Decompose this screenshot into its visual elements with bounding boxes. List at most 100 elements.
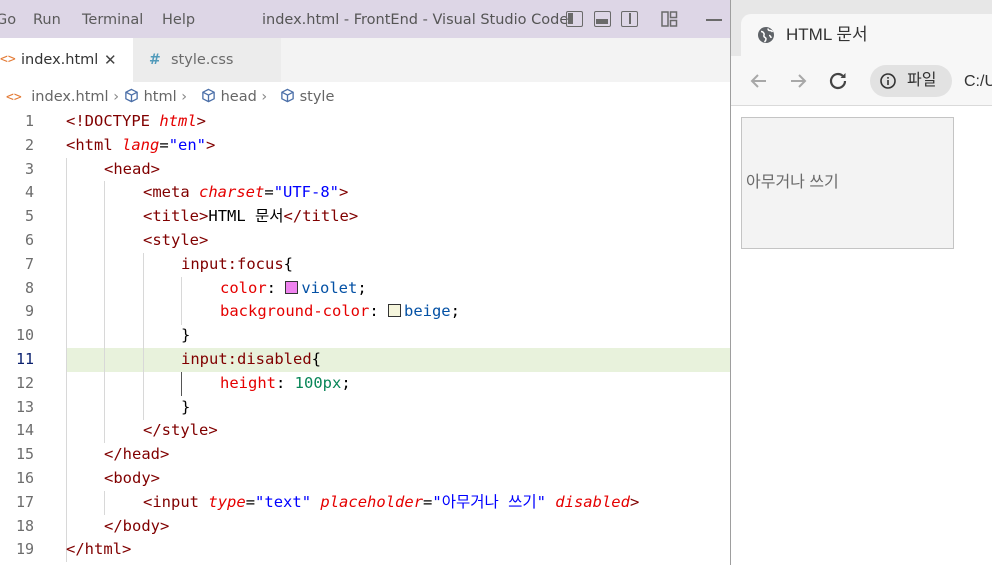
code-token: ;: [450, 302, 460, 320]
menu-run[interactable]: Run: [33, 10, 61, 30]
code-line-15: </head>: [104, 443, 169, 467]
breadcrumb-label: style: [299, 89, 335, 105]
tab-label: index.html: [21, 52, 99, 68]
code-line-11: input:disabled{: [181, 348, 321, 372]
code-line-19: </html>: [66, 538, 131, 562]
code-token: </: [143, 421, 162, 439]
code-token: height: [220, 374, 276, 392]
breadcrumb-item-style[interactable]: style: [280, 87, 334, 107]
tab-style-css[interactable]: # style.css: [133, 38, 281, 82]
code-token: ;: [341, 374, 351, 392]
code-token: input:disabled: [181, 350, 312, 368]
code-line-13: }: [181, 396, 190, 420]
code-token: <: [143, 493, 153, 511]
code-line-3: <head>: [104, 158, 160, 182]
code-token: >: [150, 469, 161, 487]
toggle-secondary-sidebar-icon[interactable]: [621, 11, 638, 27]
code-token: >: [208, 421, 218, 439]
breadcrumb-item-head[interactable]: head ›: [201, 87, 267, 107]
code-token: lang: [122, 136, 160, 154]
code-token: title: [152, 207, 200, 225]
forward-arrow-icon[interactable]: [786, 69, 810, 93]
toggle-panel-icon[interactable]: [594, 11, 611, 27]
breadcrumb-label: head: [220, 89, 257, 105]
code-token: "UTF-8": [273, 183, 340, 201]
menu-terminal[interactable]: Terminal: [82, 10, 143, 30]
breadcrumb-label: html: [143, 89, 177, 105]
code-token: "en": [168, 136, 207, 154]
code-token: =: [159, 136, 169, 154]
breadcrumb-item-html[interactable]: html ›: [124, 87, 187, 107]
tab-label: style.css: [171, 52, 234, 68]
code-token: >: [348, 207, 359, 225]
code-token: <: [143, 207, 153, 225]
code-token: {: [283, 255, 293, 273]
code-token: :: [266, 279, 286, 297]
reload-icon[interactable]: [826, 69, 850, 93]
address-bar-url[interactable]: C:/U: [964, 72, 992, 92]
site-info-chip[interactable]: 파일: [870, 65, 952, 97]
minimize-icon[interactable]: [706, 19, 722, 21]
code-token: =: [245, 493, 256, 511]
code-token: <: [143, 183, 153, 201]
vscode-window: Go Run Terminal Help index.html - FrontE…: [0, 0, 730, 565]
toggle-primary-sidebar-icon[interactable]: [566, 11, 583, 27]
code-token: </: [104, 445, 123, 463]
code-token: type: [208, 493, 246, 511]
breadcrumb-item-index-html[interactable]: <> index.html ›: [6, 87, 119, 108]
customize-layout-icon[interactable]: [661, 11, 678, 27]
code-line-14: </style>: [143, 419, 218, 443]
code-editor[interactable]: 1 2 3 4 5 6 7 8 9 10 11 12 13 14 15 16 1…: [0, 110, 730, 565]
code-token: >: [206, 136, 216, 154]
browser-tab[interactable]: HTML 문서: [741, 14, 992, 56]
code-token: }: [181, 398, 191, 416]
code-token: html: [84, 540, 122, 558]
code-token: head: [113, 160, 151, 178]
code-token: HTML 문서: [208, 207, 284, 225]
browser-tab-strip: HTML 문서: [731, 0, 992, 56]
code-token: disabled: [555, 493, 630, 511]
code-token: </: [66, 540, 85, 558]
code-token: =: [264, 183, 274, 201]
code-token: <!: [66, 112, 85, 130]
window-title: index.html - FrontEnd - Visual Studio Co…: [262, 12, 569, 28]
symbol-field-icon: [202, 88, 215, 103]
site-info-label: 파일: [907, 72, 937, 89]
breadcrumb: <> index.html › html › head › style: [0, 82, 730, 110]
code-line-6: <style>: [143, 229, 208, 253]
color-swatch-beige[interactable]: [387, 304, 401, 317]
code-token: charset: [199, 183, 265, 201]
code-token: input:focus: [181, 255, 284, 273]
code-token: :: [276, 374, 295, 392]
code-token: >: [122, 540, 132, 558]
code-token: meta: [152, 183, 190, 201]
chevron-right-icon: ›: [261, 89, 268, 105]
code-token: >: [196, 112, 207, 130]
code-line-17: <input type="text" placeholder="아무거나 쓰기"…: [143, 491, 639, 515]
tab-index-html[interactable]: <> index.html ✕: [0, 38, 133, 82]
back-arrow-icon[interactable]: [747, 69, 771, 93]
code-token: html: [159, 112, 197, 130]
code-line-10: }: [181, 324, 190, 348]
color-swatch-violet[interactable]: [285, 281, 299, 294]
code-token: input: [152, 493, 200, 511]
code-token: color: [220, 279, 267, 297]
code-token: {: [311, 350, 321, 368]
code-line-1: <!DOCTYPE html>: [66, 110, 206, 134]
code-token: background-color: [220, 302, 370, 320]
menu-help[interactable]: Help: [162, 10, 195, 30]
code-line-8: color: violet;: [220, 277, 367, 301]
close-icon[interactable]: ✕: [104, 38, 117, 82]
code-token: placeholder: [320, 493, 424, 511]
browser-window: HTML 문서 파일 C:/U: [730, 0, 992, 565]
menu-go[interactable]: Go: [0, 10, 16, 30]
code-token: ;: [357, 279, 367, 297]
code-token: >: [160, 517, 170, 535]
code-token: <: [104, 160, 114, 178]
code-token: "text": [255, 493, 312, 511]
code-token: html: [75, 136, 113, 154]
chevron-right-icon: ›: [181, 89, 188, 105]
html-file-icon: <>: [0, 52, 16, 67]
code-token: >: [160, 445, 170, 463]
code-token: style: [161, 421, 209, 439]
